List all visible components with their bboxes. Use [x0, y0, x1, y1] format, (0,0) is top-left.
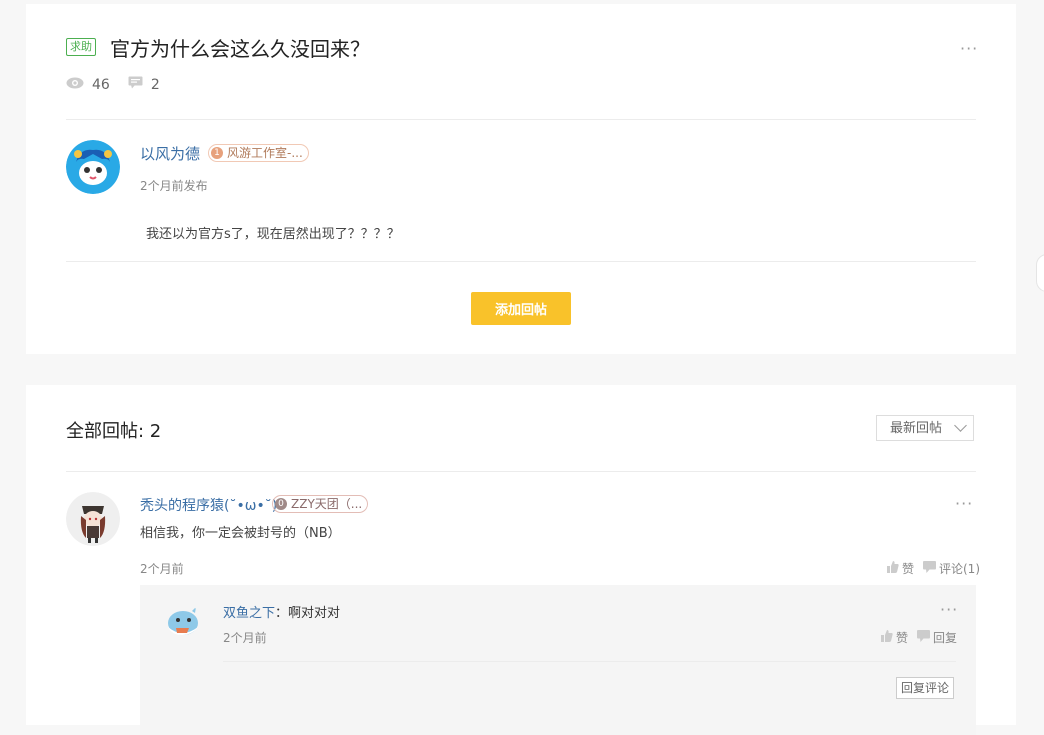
sub-comment-avatar[interactable]: [162, 603, 202, 643]
sub-comment-text: 啊对对对: [288, 606, 341, 621]
divider: [66, 261, 976, 262]
author-name[interactable]: 以风为德: [140, 143, 200, 164]
sub-comment-time: 2个月前: [223, 631, 267, 645]
badge-level: 0: [275, 498, 287, 510]
post-title: 官方为什么会这么久没回来？: [110, 37, 370, 61]
divider: [66, 471, 976, 472]
comment-icon: [923, 561, 936, 576]
help-tag: 求助: [66, 38, 96, 56]
divider: [223, 661, 956, 662]
sub-comment-author[interactable]: 双鱼之下: [223, 606, 275, 621]
chevron-down-icon: [954, 419, 967, 432]
reply-text: 相信我，你一定会被封号的（NB）: [140, 526, 341, 541]
author-badge[interactable]: 1 风游工作室-...: [208, 144, 309, 162]
thumbs-up-icon: [881, 630, 893, 645]
reply-author-badge[interactable]: 0 ZZY天团（...: [272, 495, 369, 513]
replies-card: 全部回帖: 2 最新回帖 秃头的程序猿(˘•ω•˘) 0 ZZY天团（... ·…: [26, 385, 1016, 735]
more-options-icon[interactable]: ···: [940, 602, 958, 618]
reply-avatar[interactable]: [66, 492, 120, 546]
comment-icon: [917, 630, 930, 645]
reply-time: 2个月前: [140, 562, 184, 576]
post-time: 2个月前发布: [140, 179, 208, 193]
sub-comment-line: 双鱼之下：啊对对对: [223, 606, 341, 621]
more-options-icon[interactable]: ···: [960, 41, 978, 57]
sub-like-button[interactable]: 赞: [881, 629, 908, 646]
reply-author-name[interactable]: 秃头的程序猿(˘•ω•˘): [140, 495, 277, 515]
like-button[interactable]: 赞: [887, 560, 914, 577]
badge-text: 风游工作室-...: [227, 146, 303, 160]
sort-label: 最新回帖: [890, 421, 943, 436]
reply-comment-button[interactable]: 回复评论: [896, 677, 954, 699]
author-avatar[interactable]: [66, 140, 120, 194]
eye-icon: [66, 77, 84, 93]
divider: [66, 119, 976, 120]
comment-count: 2: [150, 76, 160, 93]
thumbs-up-icon: [887, 561, 899, 576]
comment-button[interactable]: 评论(1): [923, 560, 980, 577]
replies-title: 全部回帖: 2: [66, 421, 162, 442]
view-count: 46: [92, 76, 110, 93]
badge-level: 1: [211, 147, 223, 159]
sort-select[interactable]: 最新回帖: [876, 415, 974, 441]
sub-comment-box: 双鱼之下：啊对对对 ··· 2个月前 赞 回复 回复评论: [140, 585, 976, 735]
post-stats: 46 2: [66, 76, 178, 93]
side-float-tab[interactable]: [1036, 254, 1044, 292]
badge-text: ZZY天团（...: [291, 497, 363, 511]
more-options-icon[interactable]: ···: [955, 496, 973, 512]
comment-icon: [128, 76, 143, 93]
sub-reply-button[interactable]: 回复: [917, 629, 957, 646]
post-body: 我还以为官方s了，现在居然出现了？？？？: [146, 227, 400, 242]
post-card: 求助 官方为什么会这么久没回来？ ··· 46 2 以风为德 1 风游工作室-.…: [26, 4, 1016, 354]
add-reply-button[interactable]: 添加回帖: [471, 292, 571, 325]
